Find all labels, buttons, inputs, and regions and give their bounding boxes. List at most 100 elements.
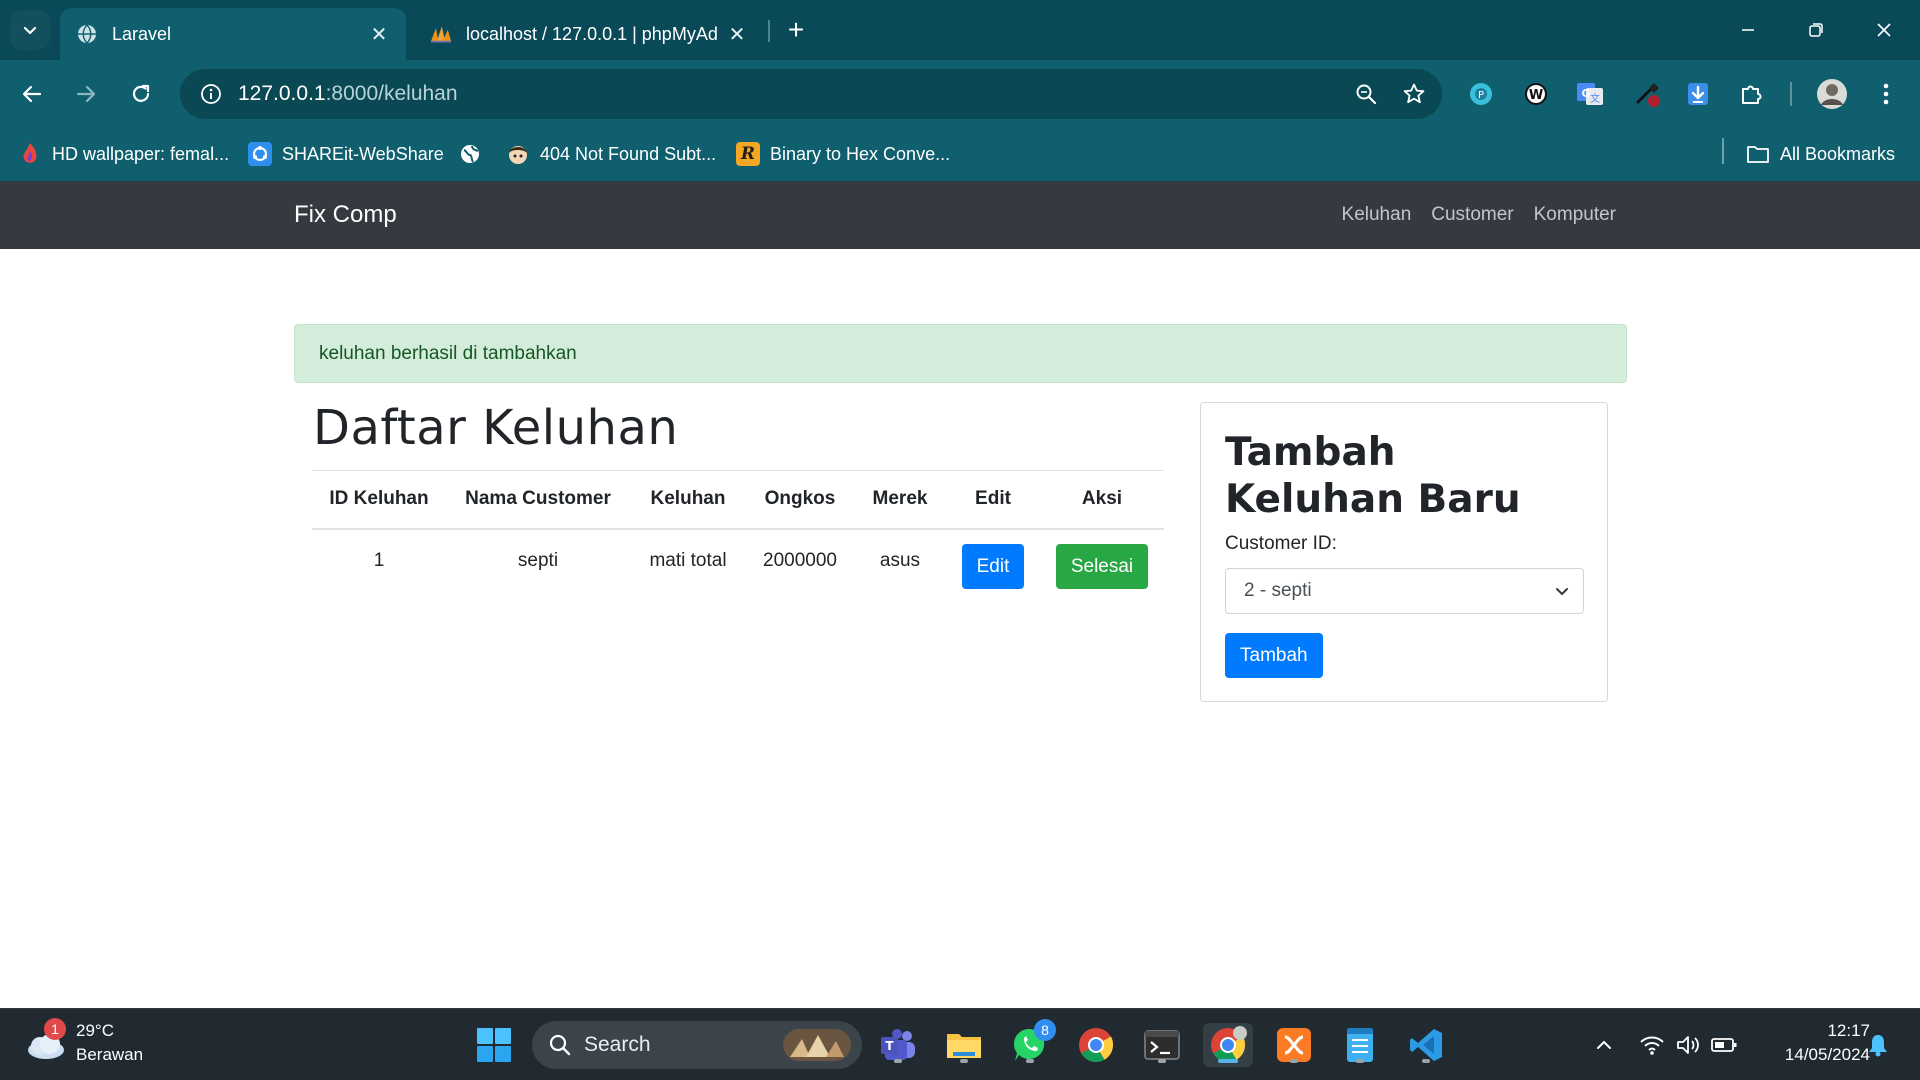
- arrow-left-icon: [22, 85, 42, 103]
- close-window-button[interactable]: [1862, 12, 1906, 48]
- chrome-active-icon[interactable]: [1203, 1023, 1253, 1067]
- keluhan-table: ID Keluhan Nama Customer Keluhan Ongkos …: [312, 470, 1164, 597]
- tab-search-button[interactable]: [10, 10, 50, 50]
- tab-title: Laravel: [112, 23, 172, 44]
- xampp-icon[interactable]: [1272, 1023, 1316, 1067]
- all-bookmarks-button[interactable]: All Bookmarks: [1746, 138, 1895, 170]
- windows-logo-icon: [477, 1028, 511, 1062]
- zoom-icon[interactable]: [1346, 74, 1386, 114]
- profile-avatar[interactable]: [1814, 76, 1850, 112]
- bookmark-item[interactable]: [458, 138, 492, 170]
- teams-icon[interactable]: T: [876, 1023, 920, 1067]
- all-bookmarks-label: All Bookmarks: [1780, 143, 1896, 164]
- bookmark-item[interactable]: HD wallpaper: femal...: [18, 138, 229, 170]
- extension-p-icon[interactable]: P: [1463, 76, 1499, 112]
- nav-link-customer[interactable]: Customer: [1431, 204, 1513, 226]
- svg-text:T: T: [885, 1039, 894, 1053]
- table-header-row: ID Keluhan Nama Customer Keluhan Ongkos …: [312, 470, 1164, 530]
- tambah-button[interactable]: Tambah: [1225, 633, 1323, 678]
- tab-phpmyadmin[interactable]: localhost / 127.0.0.1 | phpMyAd ✕: [414, 8, 764, 60]
- tab-laravel[interactable]: Laravel ✕: [60, 8, 406, 60]
- extension-w-icon[interactable]: W: [1518, 76, 1554, 112]
- url-host: 127.0.0.1: [238, 82, 326, 105]
- weather-desc: Berawan: [76, 1045, 144, 1064]
- new-tab-button[interactable]: +: [780, 14, 812, 46]
- show-hidden-icons-button[interactable]: [1582, 1023, 1626, 1067]
- edit-button[interactable]: Edit: [961, 543, 1025, 589]
- bookmark-label: HD wallpaper: femal...: [52, 143, 230, 164]
- active-indicator: [1218, 1059, 1238, 1063]
- nav-link-komputer[interactable]: Komputer: [1534, 204, 1616, 226]
- running-indicator: [894, 1059, 902, 1063]
- rapidtables-r-icon: R: [736, 142, 760, 166]
- bookmarks-separator: [1722, 138, 1724, 164]
- back-button[interactable]: [12, 74, 52, 114]
- restore-button[interactable]: [1794, 12, 1838, 48]
- weather-text: 29°C Berawan: [76, 1019, 143, 1067]
- chevron-down-icon: [1556, 588, 1568, 595]
- nav-link-keluhan[interactable]: Keluhan: [1342, 204, 1412, 226]
- browser-chrome: Laravel ✕ localhost / 127.0.0.1 | phpMyA…: [0, 0, 1920, 181]
- more-menu-icon[interactable]: [1868, 76, 1904, 112]
- restore-icon: [1809, 23, 1823, 37]
- bookmark-item[interactable]: SHAREit-WebShare: [248, 138, 444, 170]
- windows-taskbar: 1 29°C Berawan Search T 8 12:17 14/05/20…: [0, 1008, 1920, 1080]
- url-text[interactable]: 127.0.0.1:8000/keluhan: [238, 82, 1346, 106]
- battery-icon[interactable]: [1702, 1023, 1746, 1067]
- cloud-icon: 1: [22, 1018, 68, 1066]
- cell-ongkos: 2000000: [763, 549, 837, 571]
- eyedropper-extension-icon[interactable]: [1630, 76, 1666, 112]
- whatsapp-icon[interactable]: 8: [1008, 1019, 1056, 1067]
- running-indicator: [1422, 1059, 1430, 1063]
- close-icon[interactable]: ✕: [726, 23, 748, 46]
- chrome-icon[interactable]: [1074, 1023, 1118, 1067]
- taskbar-search[interactable]: Search: [532, 1021, 862, 1069]
- page-title: Daftar Keluhan: [313, 400, 679, 456]
- tab-strip: Laravel ✕ localhost / 127.0.0.1 | phpMyA…: [0, 0, 1920, 60]
- selesai-button[interactable]: Selesai: [1055, 543, 1149, 589]
- clock-time: 12:17: [1827, 1021, 1870, 1040]
- running-indicator: [1290, 1059, 1298, 1063]
- cell-edit: Edit: [946, 529, 1040, 597]
- reload-button[interactable]: [121, 74, 161, 114]
- cell-keluhan: mati total: [649, 549, 727, 571]
- extensions-puzzle-icon[interactable]: [1734, 76, 1770, 112]
- column-header: Ongkos: [746, 470, 854, 530]
- search-highlight-icon: [783, 1029, 851, 1061]
- bookmark-label: SHAREit-WebShare: [282, 143, 444, 164]
- bookmark-star-icon[interactable]: [1394, 74, 1434, 114]
- navbar-brand[interactable]: Fix Comp: [294, 181, 397, 249]
- weather-widget[interactable]: 1 29°C Berawan: [22, 1018, 143, 1067]
- download-icon[interactable]: [1680, 76, 1716, 112]
- terminal-icon[interactable]: [1140, 1023, 1184, 1067]
- minimize-button[interactable]: [1726, 12, 1770, 48]
- start-button[interactable]: [472, 1023, 516, 1067]
- file-explorer-icon[interactable]: [942, 1023, 986, 1067]
- tab-title: localhost / 127.0.0.1 | phpMyAd: [466, 23, 718, 44]
- vscode-icon[interactable]: [1404, 1023, 1448, 1067]
- notepad-icon[interactable]: [1338, 1023, 1382, 1067]
- system-clock[interactable]: 12:17 14/05/2024: [1750, 1019, 1870, 1067]
- running-indicator: [1026, 1059, 1034, 1063]
- site-info-icon[interactable]: [186, 69, 236, 119]
- close-icon[interactable]: ✕: [368, 23, 390, 46]
- google-translate-icon[interactable]: G文: [1572, 76, 1608, 112]
- address-bar[interactable]: 127.0.0.1:8000/keluhan: [180, 69, 1442, 119]
- alert-message: keluhan berhasil di tambahkan: [319, 342, 577, 364]
- weather-temp: 29°C: [76, 1021, 114, 1040]
- add-keluhan-card: Tambah Keluhan Baru Customer ID: 2 - sep…: [1200, 402, 1608, 702]
- globe-icon: [458, 142, 482, 166]
- customer-id-select[interactable]: 2 - septi: [1225, 568, 1584, 614]
- chevron-up-icon: [1597, 1040, 1611, 1049]
- tab-separator: [768, 20, 770, 42]
- bookmark-item[interactable]: 404 Not Found Subt...: [506, 138, 716, 170]
- running-indicator: [1356, 1059, 1364, 1063]
- forward-button[interactable]: [66, 74, 106, 114]
- bookmark-item[interactable]: R Binary to Hex Conve...: [736, 138, 950, 170]
- bookmarks-bar: HD wallpaper: femal... SHAREit-WebShare …: [0, 128, 1920, 180]
- table-row: 1 septi mati total 2000000 asus Edit Sel…: [312, 529, 1164, 597]
- notification-bell-icon[interactable]: [1856, 1023, 1900, 1067]
- shareit-icon: [248, 142, 272, 166]
- column-header: Keluhan: [630, 470, 746, 530]
- cell-aksi: Selesai: [1040, 529, 1164, 597]
